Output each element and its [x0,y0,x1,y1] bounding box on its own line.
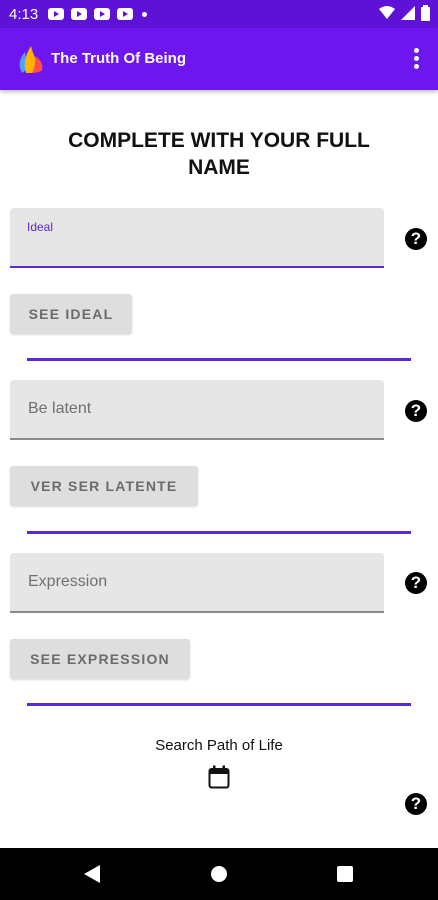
home-icon[interactable] [211,866,227,882]
search-path-label: Search Path of Life [155,737,283,754]
divider [27,358,411,361]
signal-icon [401,6,415,20]
overflow-menu-icon[interactable] [412,48,420,70]
navigation-bar [0,848,438,900]
divider [27,531,411,534]
youtube-icon [48,8,65,20]
be-latent-input[interactable]: Be latent [10,380,384,440]
see-expression-button[interactable]: SEE EXPRESSION [10,639,190,679]
app-logo-icon [19,46,43,73]
app-title: The Truth Of Being [51,50,186,67]
youtube-icon [117,8,134,20]
status-bar: 4:13 [0,0,438,28]
be-latent-placeholder: Be latent [28,400,92,417]
ver-ser-latente-button[interactable]: VER SER LATENTE [10,466,198,506]
notification-icons [48,8,148,20]
ideal-input-label: Ideal [27,220,54,234]
more-notifications-dot-icon [142,11,148,17]
status-time: 4:13 [9,5,39,23]
youtube-icon [94,8,111,20]
ideal-input[interactable]: Ideal [10,208,384,268]
expression-input[interactable]: Expression [10,553,384,613]
battery-icon [421,5,430,21]
expression-placeholder: Expression [28,573,108,590]
system-icons [379,5,430,21]
back-icon[interactable] [84,865,100,883]
calendar-icon[interactable] [208,765,230,789]
divider [27,703,411,706]
help-icon[interactable]: ? [405,793,427,815]
help-icon[interactable]: ? [405,572,427,594]
help-icon[interactable]: ? [405,228,427,250]
app-bar: The Truth Of Being [0,28,438,90]
wifi-icon [379,6,395,19]
help-icon[interactable]: ? [405,400,427,422]
see-ideal-button[interactable]: SEE IDEAL [10,294,132,334]
youtube-icon [71,8,88,20]
recents-icon[interactable] [337,866,353,882]
page-heading: COMPLETE WITH YOUR FULL NAME [68,129,370,179]
